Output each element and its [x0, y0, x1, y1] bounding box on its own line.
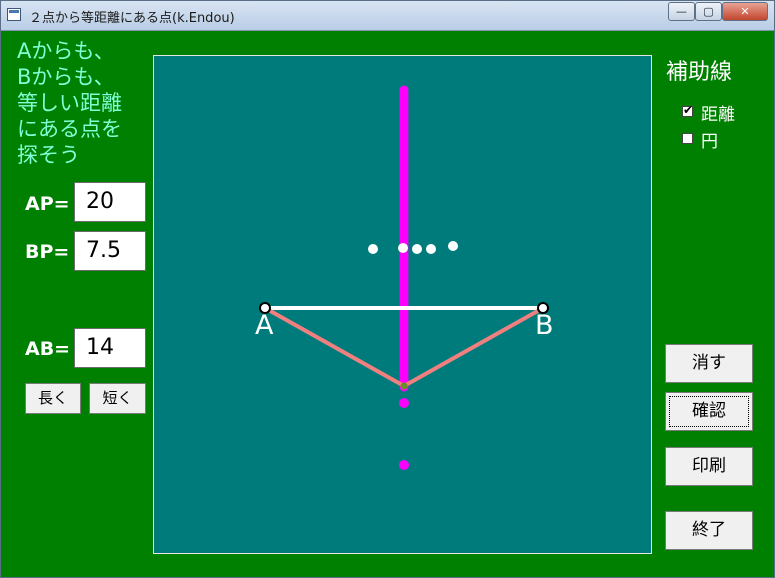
trial-point [426, 244, 436, 254]
question-text: Aからも、 Bからも、 等しい距離 にある点を 探そう [17, 38, 157, 168]
print-button[interactable]: 印刷 [665, 447, 753, 486]
trial-point [448, 241, 458, 251]
question-line: Bからも、 [17, 65, 115, 89]
title-bar[interactable]: ２点から等距離にある点(k.Endou) — ▢ ✕ [1, 1, 774, 31]
question-line: にある点を [17, 117, 122, 141]
close-button[interactable]: ✕ [722, 2, 768, 21]
aux-lines-title: 補助線 [666, 60, 733, 85]
bisector-point [399, 398, 409, 408]
checkbox-icon: ✔ [682, 103, 694, 117]
check-mark-icon: ✔ [683, 103, 694, 117]
point-b-label: B [535, 310, 554, 341]
distance-line-bp [403, 306, 544, 388]
ab-field[interactable]: 14 [74, 328, 146, 368]
trial-point [398, 243, 408, 253]
question-line: 探そう [17, 143, 80, 167]
window-title: ２点から等距離にある点(k.Endou) [29, 11, 235, 26]
bp-label: BP= [25, 241, 70, 263]
maximize-icon: ▢ [703, 5, 714, 18]
ab-label: AB= [25, 338, 71, 360]
circle-checkbox[interactable]: 円 [682, 129, 775, 152]
shorter-button[interactable]: 短く [89, 383, 146, 414]
ap-field[interactable]: 20 [74, 182, 146, 222]
ap-label: AP= [25, 193, 70, 215]
check-button[interactable]: 確認 [665, 392, 753, 431]
distance-checkbox-label: 距離 [701, 105, 735, 125]
minimize-button[interactable]: — [668, 2, 695, 21]
app-window: ２点から等距離にある点(k.Endou) — ▢ ✕ Aからも、 Bからも、 等… [0, 0, 775, 578]
question-line: 等しい距離 [17, 91, 122, 115]
trial-point [368, 244, 378, 254]
checkbox-icon [682, 133, 693, 144]
app-icon[interactable] [7, 8, 21, 21]
close-icon: ✕ [740, 5, 750, 18]
figure-svg [259, 85, 549, 470]
distance-line-ap [264, 306, 405, 388]
distance-checkbox[interactable]: ✔ 距離 [682, 102, 775, 125]
maximize-button[interactable]: ▢ [695, 2, 722, 21]
bisector-point [399, 460, 409, 470]
point-a-label: A [255, 310, 274, 341]
exit-button[interactable]: 終了 [665, 511, 753, 550]
form-client-area: Aからも、 Bからも、 等しい距離 にある点を 探そう AP= 20 BP= 7… [6, 31, 770, 574]
drawing-canvas[interactable]: A B [153, 55, 652, 554]
question-line: Aからも、 [17, 39, 115, 63]
clear-button[interactable]: 消す [665, 344, 753, 383]
trial-point [412, 244, 422, 254]
longer-button[interactable]: 長く [25, 383, 81, 414]
point-p-marker [400, 382, 408, 390]
bp-field[interactable]: 7.5 [74, 231, 146, 271]
circle-checkbox-label: 円 [701, 132, 718, 152]
minimize-icon: — [676, 5, 687, 18]
